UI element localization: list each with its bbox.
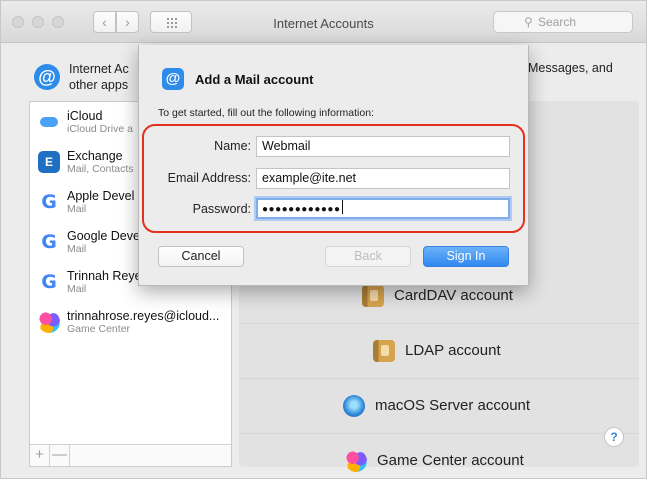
at-icon: @ [34,64,60,90]
name-field[interactable]: Webmail [256,136,510,157]
contacts-book-icon [362,285,384,307]
account-subtitle: Game Center [67,323,131,335]
add-account-button[interactable]: + [30,445,50,466]
provider-label: macOS Server account [375,397,531,414]
provider-label: Game Center account [377,452,524,469]
macos-server-icon [343,395,365,417]
email-label: Email Address: [167,171,251,185]
header-description: Internet Ac other apps [69,61,129,93]
password-label: Password: [192,202,251,216]
google-icon: G [38,191,60,213]
sidebar-footer: + — [30,444,231,466]
provider-label: LDAP account [405,342,501,359]
password-value: ●●●●●●●●●●●● [262,204,341,215]
email-value: example@ite.net [262,171,356,185]
text-cursor [342,200,344,214]
name-label: Name: [214,139,251,153]
search-field[interactable]: ⚲ Search [493,11,633,33]
email-field[interactable]: example@ite.net [256,168,510,189]
remove-account-button[interactable]: — [50,445,70,466]
at-icon: @ [162,68,184,90]
google-icon: G [38,231,60,253]
header-line-2: other apps [69,78,129,92]
sheet-title: Add a Mail account [195,72,314,87]
back-button[interactable]: Back [325,246,411,267]
contacts-book-icon [373,340,395,362]
provider-game-center[interactable]: Game Center account [239,434,639,478]
account-item-game-center[interactable]: trinnahrose.reyes@icloud... Game Center [30,302,231,342]
header-line-1: Internet Ac [69,62,129,76]
account-name: trinnahrose.reyes@icloud... [67,309,220,323]
game-center-icon [345,450,367,472]
cancel-button[interactable]: Cancel [158,246,244,267]
sheet-intro-text: To get started, fill out the following i… [158,107,374,119]
sign-in-button[interactable]: Sign In [423,246,509,267]
google-icon: G [38,271,60,293]
provider-macos-server[interactable]: macOS Server account [239,379,639,434]
help-button[interactable]: ? [604,427,624,447]
header-description-right: Messages, and [528,61,613,75]
provider-label: CardDAV account [394,287,513,304]
password-field[interactable]: ●●●●●●●●●●●● [256,198,510,219]
internet-accounts-window: ‹ › Internet Accounts ⚲ Search @ Interne… [0,0,647,479]
provider-ldap[interactable]: LDAP account [239,324,639,379]
add-mail-account-sheet: @ Add a Mail account To get started, fil… [138,45,529,286]
search-icon: ⚲ [524,15,533,29]
exchange-icon: E [38,151,60,173]
titlebar: ‹ › Internet Accounts ⚲ Search [1,1,646,43]
icloud-icon [38,111,60,133]
game-center-icon [38,311,60,333]
name-value: Webmail [262,139,311,153]
search-placeholder: Search [538,15,577,29]
